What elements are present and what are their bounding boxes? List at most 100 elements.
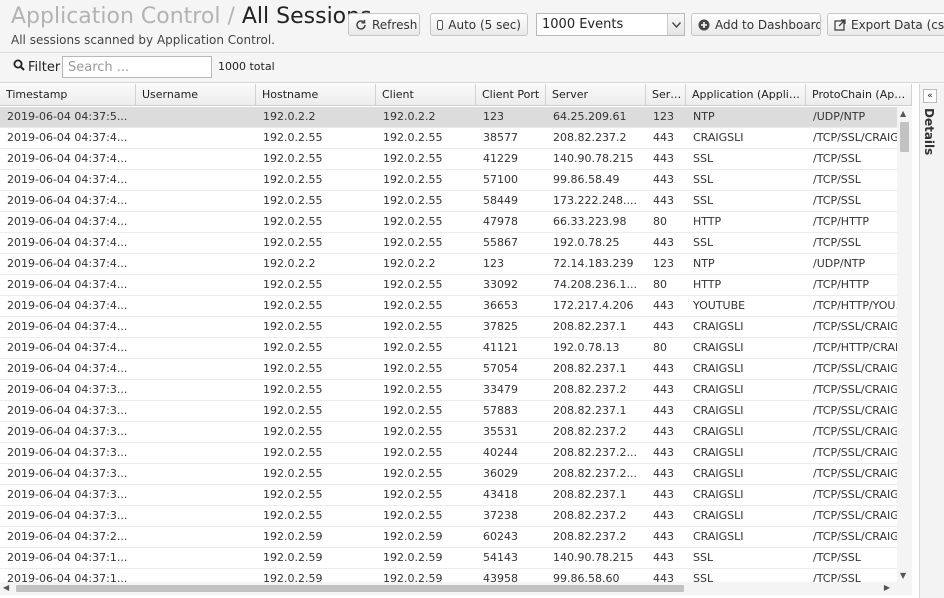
details-panel[interactable]: « Details bbox=[919, 84, 944, 598]
column-header[interactable]: Username bbox=[136, 84, 256, 106]
table-cell: CRAIGSLI bbox=[693, 425, 744, 438]
table-cell bbox=[136, 338, 256, 358]
table-row[interactable]: 2019-06-04 04:37:3... 192.0.2.55 192.0.2.5… bbox=[0, 380, 897, 401]
table-cell: 443 bbox=[653, 194, 674, 207]
search-input[interactable] bbox=[62, 56, 212, 78]
table-cell: 2019-06-04 04:37:3... bbox=[7, 488, 128, 501]
scroll-up-icon[interactable]: ▲ bbox=[900, 109, 906, 118]
table-cell: CRAIGSLI bbox=[693, 404, 744, 417]
column-header[interactable]: Server Port bbox=[646, 84, 686, 106]
table-row[interactable]: 2019-06-04 04:37:1... 192.0.2.59 192.0.2.5… bbox=[0, 548, 897, 569]
auto-refresh-toggle[interactable]: Auto (5 sec) bbox=[430, 13, 528, 36]
table-row[interactable]: 2019-06-04 04:37:4... 192.0.2.55 192.0.2.5… bbox=[0, 170, 897, 191]
column-header[interactable]: Client Port bbox=[476, 84, 546, 106]
table-cell bbox=[136, 254, 256, 274]
table-cell: 58449 bbox=[483, 194, 518, 207]
export-data-button[interactable]: Export Data (csv) bbox=[827, 13, 944, 36]
table-cell: 2019-06-04 04:37:3... bbox=[7, 383, 128, 396]
table-cell: 192.0.2.55 bbox=[383, 278, 443, 291]
table-cell: 36029 bbox=[483, 467, 518, 480]
table-cell: 192.0.2.55 bbox=[383, 404, 443, 417]
table-cell: /TCP/SSL/CRAIGSLI bbox=[813, 467, 897, 480]
table-cell: 208.82.237.2 bbox=[553, 530, 627, 543]
chevron-down-icon[interactable] bbox=[667, 14, 684, 35]
table-row[interactable]: 2019-06-04 04:37:4... 192.0.2.55 192.0.2.5… bbox=[0, 275, 897, 296]
table-cell: 208.82.237.2 bbox=[553, 509, 627, 522]
table-cell: 2019-06-04 04:37:3... bbox=[7, 467, 128, 480]
table-cell: 192.0.2.55 bbox=[383, 362, 443, 375]
table-cell: 80 bbox=[653, 278, 667, 291]
table-row[interactable]: 2019-06-04 04:37:4... 192.0.2.55 192.0.2.5… bbox=[0, 359, 897, 380]
table-row[interactable]: 2019-06-04 04:37:3... 192.0.2.55 192.0.2.5… bbox=[0, 401, 897, 422]
table-row[interactable]: 2019-06-04 04:37:3... 192.0.2.55 192.0.2.5… bbox=[0, 506, 897, 527]
table-cell bbox=[136, 548, 256, 568]
column-header[interactable]: Application (Application Control) bbox=[686, 84, 806, 106]
scroll-down-icon[interactable]: ▼ bbox=[900, 571, 906, 580]
table-cell: 192.0.2.55 bbox=[383, 236, 443, 249]
table-cell: /TCP/SSL/CRAIGSLI bbox=[813, 131, 897, 144]
table-cell: 192.0.2.55 bbox=[263, 467, 323, 480]
auto-refresh-checkbox[interactable] bbox=[437, 19, 444, 30]
vertical-scroll-thumb[interactable] bbox=[900, 122, 909, 152]
table-cell: 192.0.2.55 bbox=[383, 152, 443, 165]
table-cell bbox=[136, 212, 256, 232]
events-limit-select[interactable]: 1000 Events bbox=[536, 13, 685, 36]
table-cell bbox=[136, 485, 256, 505]
column-header[interactable]: Server bbox=[546, 84, 646, 106]
expand-panel-icon[interactable]: « bbox=[923, 89, 937, 103]
scroll-right-icon[interactable]: ▶ bbox=[884, 583, 890, 592]
table-row[interactable]: 2019-06-04 04:37:4... 192.0.2.55 192.0.2.5… bbox=[0, 149, 897, 170]
table-cell bbox=[136, 443, 256, 463]
horizontal-scroll-thumb[interactable] bbox=[16, 585, 684, 592]
table-row[interactable]: 2019-06-04 04:37:1... 192.0.2.59 192.0.2.5… bbox=[0, 569, 897, 582]
column-header[interactable]: Timestamp bbox=[0, 84, 136, 106]
details-panel-label: Details bbox=[922, 108, 936, 156]
filter-bar: Filter 1000 total bbox=[0, 53, 944, 83]
table-cell: 208.82.237.1 bbox=[553, 320, 627, 333]
table-cell: 192.0.78.25 bbox=[553, 236, 620, 249]
table-row[interactable]: 2019-06-04 04:37:3... 192.0.2.55 192.0.2.5… bbox=[0, 464, 897, 485]
page-title: Application Control / All Sessions bbox=[11, 3, 372, 31]
table-cell bbox=[136, 275, 256, 295]
table-row[interactable]: 2019-06-04 04:37:3... 192.0.2.55 192.0.2.5… bbox=[0, 422, 897, 443]
table-row[interactable]: 2019-06-04 04:37:3... 192.0.2.55 192.0.2.5… bbox=[0, 443, 897, 464]
table-cell: 41229 bbox=[483, 152, 518, 165]
table-cell: 192.0.2.55 bbox=[383, 299, 443, 312]
table-row[interactable]: 2019-06-04 04:37:3... 192.0.2.55 192.0.2.5… bbox=[0, 485, 897, 506]
scroll-left-icon[interactable]: ◀ bbox=[3, 583, 9, 592]
table-cell: 443 bbox=[653, 320, 674, 333]
table-row[interactable]: 2019-06-04 04:37:4... 192.0.2.55 192.0.2.5… bbox=[0, 338, 897, 359]
table-cell bbox=[136, 401, 256, 421]
table-row[interactable]: 2019-06-04 04:37:4... 192.0.2.2 192.0.2.2 1… bbox=[0, 254, 897, 275]
table-cell: 192.0.2.55 bbox=[383, 488, 443, 501]
add-to-dashboard-button[interactable]: Add to Dashboard bbox=[691, 13, 821, 36]
table-cell: 192.0.2.55 bbox=[263, 131, 323, 144]
table-cell: 37238 bbox=[483, 509, 518, 522]
column-header[interactable]: Hostname bbox=[256, 84, 376, 106]
horizontal-scrollbar[interactable]: ◀ ▶ bbox=[0, 582, 912, 595]
table-cell: /TCP/SSL/CRAIGSLI bbox=[813, 362, 897, 375]
table-cell: /TCP/SSL bbox=[813, 236, 861, 249]
table-row[interactable]: 2019-06-04 04:37:4... 192.0.2.55 192.0.2.5… bbox=[0, 191, 897, 212]
refresh-button[interactable]: Refresh bbox=[348, 13, 420, 36]
table-cell: 192.0.2.55 bbox=[263, 194, 323, 207]
table-cell: 443 bbox=[653, 404, 674, 417]
table-cell: 192.0.2.59 bbox=[263, 572, 323, 582]
vertical-scrollbar[interactable]: ▲ ▼ bbox=[897, 107, 912, 582]
table-cell: 192.0.2.55 bbox=[263, 509, 323, 522]
table-cell: 2019-06-04 04:37:4... bbox=[7, 236, 128, 249]
table-row[interactable]: 2019-06-04 04:37:4... 192.0.2.55 192.0.2.5… bbox=[0, 233, 897, 254]
table-cell: 172.217.4.206 bbox=[553, 299, 634, 312]
table-cell: CRAIGSLI bbox=[693, 131, 744, 144]
table-cell: 192.0.2.55 bbox=[263, 446, 323, 459]
table-row[interactable]: 2019-06-04 04:37:4... 192.0.2.55 192.0.2.5… bbox=[0, 296, 897, 317]
table-row[interactable]: 2019-06-04 04:37:4... 192.0.2.55 192.0.2.5… bbox=[0, 212, 897, 233]
column-header[interactable]: Client bbox=[376, 84, 476, 106]
page-header: Application Control / All Sessions All s… bbox=[0, 0, 944, 53]
table-row[interactable]: 2019-06-04 04:37:2... 192.0.2.59 192.0.2.5… bbox=[0, 527, 897, 548]
table-row[interactable]: 2019-06-04 04:37:4... 192.0.2.55 192.0.2.5… bbox=[0, 128, 897, 149]
column-header[interactable]: ProtoChain (Application Control) bbox=[806, 84, 912, 106]
table-row[interactable]: 2019-06-04 04:37:5... 192.0.2.2 192.0.2.2 1… bbox=[0, 107, 897, 128]
table-row[interactable]: 2019-06-04 04:37:4... 192.0.2.55 192.0.2.5… bbox=[0, 317, 897, 338]
title-separator: / bbox=[227, 4, 235, 29]
